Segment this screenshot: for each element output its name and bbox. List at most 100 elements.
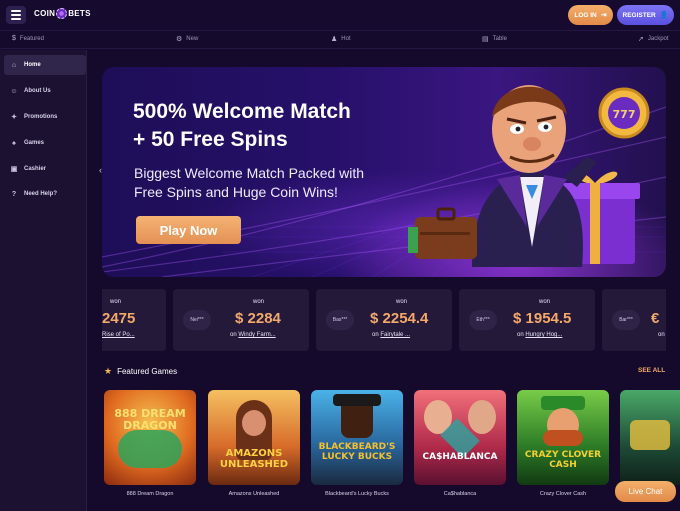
login-button[interactable]: LOG IN ⇥ [568,5,613,25]
winner-game-link[interactable]: Windy Farm... [238,332,275,338]
sidebar-item-home[interactable]: ⌂ Home [4,55,86,75]
winner-game-link[interactable]: Fairytale ... [380,332,410,338]
game-name: 888 Dream Dragon [126,491,174,497]
winner-card[interactable]: Nei*** won $ 2284 on Windy Farm... [173,289,309,351]
sidebar-item-need-help[interactable]: ? Need Help? [4,184,86,204]
game-tile[interactable]: 888 DREAM DRAGON 888 Dream Dragon [102,388,198,503]
category-featured[interactable]: $ Featured [12,35,44,42]
register-button[interactable]: REGISTER 👤 [617,5,674,25]
game-name: Blackbeard's Lucky Bucks [325,491,389,497]
sidebar-item-label: Cashier [24,166,47,172]
winner-on-label: on [372,332,379,338]
game-name: Crazy Clover Cash [539,491,587,497]
banner-subtitle-line2: Free Spins and Huge Coin Wins! [134,184,338,200]
winner-amount: 2475 [102,310,136,327]
category-hot[interactable]: ♟ Hot [331,35,351,43]
wallet-icon: ▣ [10,166,18,173]
winner-on-label: on [230,332,237,338]
sidebar-item-cashier[interactable]: ▣ Cashier [4,159,86,179]
top-header: COIN BETS LOG IN ⇥ REGISTER 👤 [0,0,680,31]
featured-games-row: 888 DREAM DRAGON 888 Dream Dragon AMAZON… [102,388,680,511]
winner-card[interactable]: Bar*** € on [602,289,666,351]
sidebar-item-label: Games [24,140,45,146]
banner-title: 500% Welcome Match + 50 Free Spins [133,98,413,154]
sidebar: ⌂ Home ☺ About Us ✦ Promotions ♠ Games ▣ Cash… [0,50,87,511]
play-now-button[interactable]: Play Now [136,216,241,244]
game-tile[interactable]: AMAZONS UNLEASHED Amazons Unleashed [206,388,302,503]
featured-heading-label: Featured Games [117,367,178,376]
banner-subtitle-line1: Biggest Welcome Match Packed with [134,165,365,181]
winner-avatar: Nei*** [183,310,211,330]
sidebar-item-games[interactable]: ♠ Games [4,133,86,153]
winner-amount: $ 2284 [235,310,281,327]
winner-avatar: Eth*** [469,310,497,330]
winner-amount: $ 1954.5 [513,310,572,327]
game-thumbnail[interactable]: 888 DREAM DRAGON [104,390,196,485]
see-all-link[interactable]: SEE ALL [638,367,665,374]
game-thumb-title: 888 DREAM DRAGON [114,407,186,432]
game-thumbnail[interactable]: CA$HABLANCA [414,390,506,485]
game-thumb-title: CA$HABLANCA [422,452,498,462]
login-arrow-icon: ⇥ [600,12,607,19]
help-icon: ? [11,190,17,198]
register-label: REGISTER [622,11,656,19]
game-tile[interactable]: CA$HABLANCA Ca$hablanca [412,388,508,503]
category-jackpot[interactable]: ➚ Jackpot [638,35,669,43]
table-icon: ▤ [482,36,489,43]
play-now-label: Play Now [159,222,218,238]
gift-icon: ✦ [11,114,17,121]
winner-avatar: Bar*** [612,310,640,330]
category-table[interactable]: ▤ Table [482,35,507,43]
user-icon: ☺ [10,87,18,95]
winner-won-label: won [253,299,265,305]
poker-chip-icon [56,8,68,19]
sidebar-item-promotions[interactable]: ✦ Promotions [4,107,86,127]
game-thumbnail[interactable]: BLACKBEARD'S LUCKY BUCKS [311,390,403,485]
live-chat-button[interactable]: Live Chat [615,481,676,502]
winner-game-link[interactable]: Rise of Po... [102,332,135,338]
cards-icon: ♠ [12,139,16,147]
winner-card[interactable]: won 2475 Rise of Po... [102,289,166,351]
winner-card[interactable]: Bas*** won $ 2254.4 on Fairytale ... [316,289,452,351]
game-thumbnail[interactable] [620,390,680,485]
winner-won-label: won [396,299,408,305]
category-label: New [186,36,199,42]
winner-game-link[interactable]: Hungry Hog... [525,332,562,338]
person-icon: ♟ [331,36,338,43]
winner-card[interactable]: Eth*** won $ 1954.5 on Hungry Hog... [459,289,595,351]
gear-icon: ⚙ [176,36,183,43]
banner-title-line1: 500% Welcome Match [133,100,351,123]
login-label: LOG IN [574,11,597,19]
winner-player-name: Bar*** [619,317,633,323]
winner-on-label: on [658,332,665,338]
sidebar-item-label: Need Help? [24,191,58,197]
game-name: Amazons Unleashed [228,491,280,497]
winner-player-name: Bas*** [332,317,348,323]
logo-text-left: COIN [34,9,56,18]
sidebar-item-about-us[interactable]: ☺ About Us [4,81,86,101]
category-label: Table [492,36,507,42]
category-new[interactable]: ⚙ New [176,35,198,43]
game-thumbnail[interactable]: CRAZY CLOVER CASH [517,390,609,485]
game-tile[interactable]: CRAZY CLOVER CASH Crazy Clover Cash [515,388,611,503]
game-name: Ca$hablanca [443,491,477,497]
banner-subtitle: Biggest Welcome Match Packed with Free S… [134,164,414,202]
winner-won-label: won [539,299,551,305]
game-thumbnail[interactable]: AMAZONS UNLEASHED [208,390,300,485]
promo-banner[interactable]: 500% Welcome Match + 50 Free Spins Bigge… [102,67,666,277]
winner-amount: € [651,310,660,327]
game-tile[interactable]: BLACKBEARD'S LUCKY BUCKS Blackbeard's Lu… [309,388,405,503]
home-icon: ⌂ [11,61,17,69]
sidebar-item-label: Promotions [24,114,58,120]
hamburger-menu-button[interactable] [6,6,26,24]
live-chat-label: Live Chat [628,487,663,496]
site-logo[interactable]: COIN BETS [34,8,91,19]
category-label: Hot [341,36,351,42]
game-thumb-title: BLACKBEARD'S LUCKY BUCKS [318,442,396,462]
sidebar-item-label: Home [24,62,41,68]
winner-on-label: on [517,332,524,338]
winner-player-name: Eth*** [476,317,490,323]
winner-won-label: won [110,299,122,305]
winner-avatar: Bas*** [326,310,354,330]
logo-text-right: BETS [68,9,91,18]
